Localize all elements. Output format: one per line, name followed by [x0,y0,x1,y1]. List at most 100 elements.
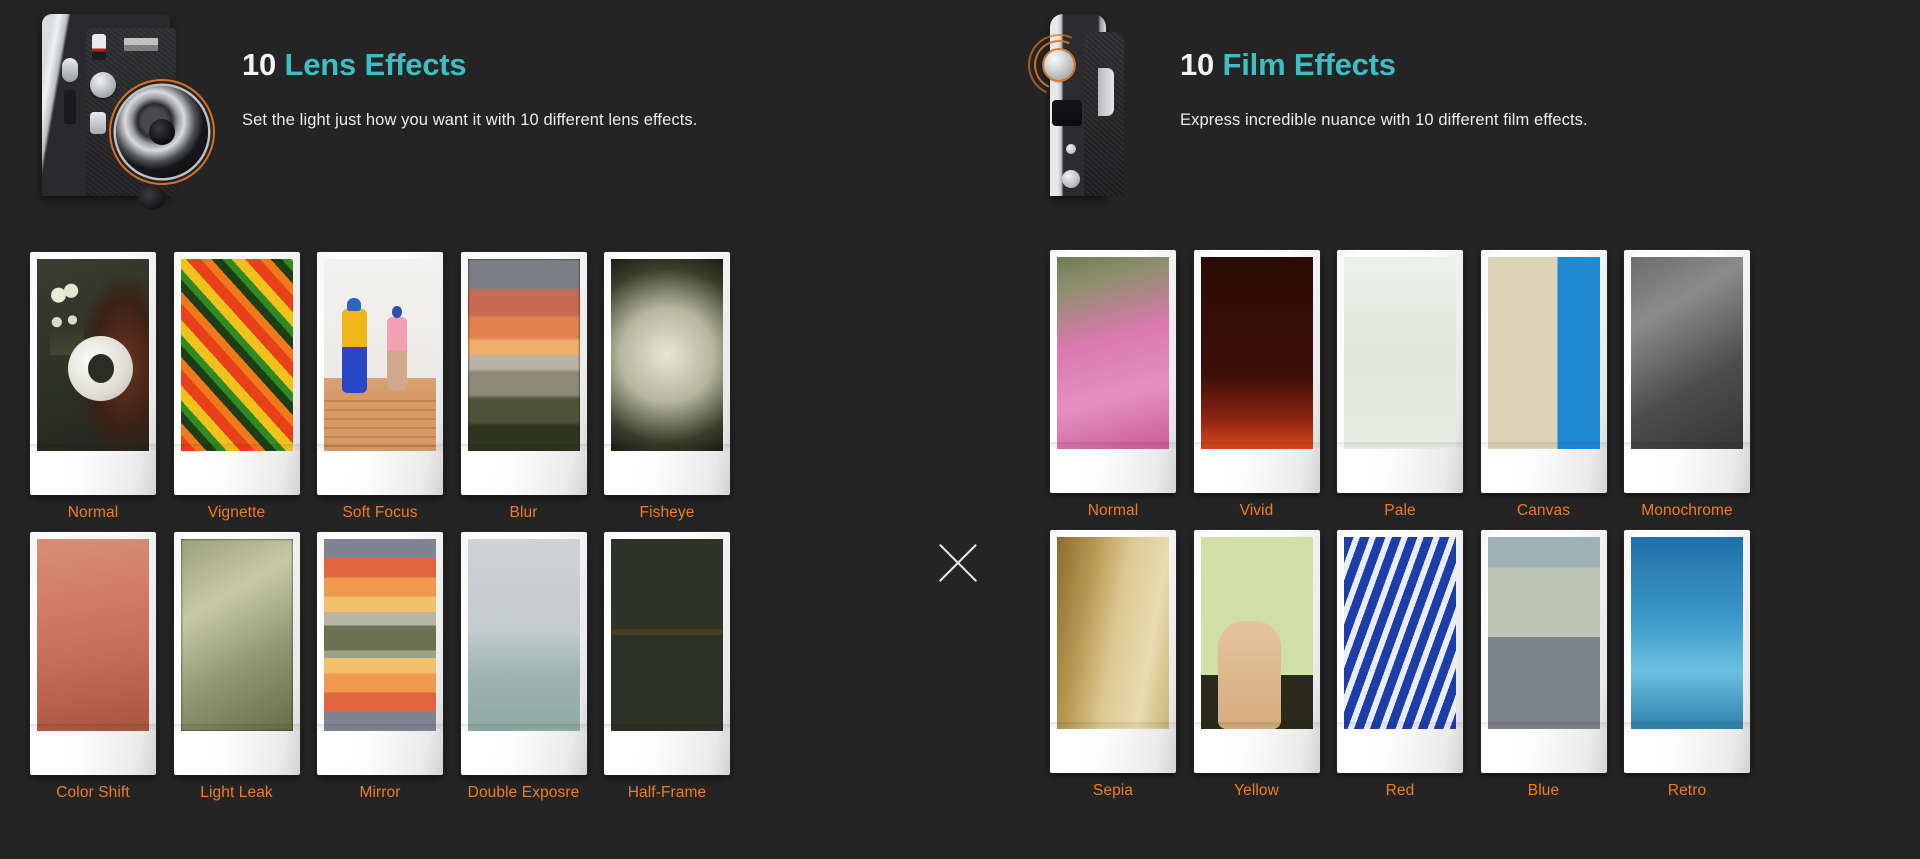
effect-label: Vignette [207,504,266,521]
effect-cell-mirror[interactable]: Mirror [309,532,451,802]
instax-camera-side-icon [1019,4,1134,196]
camera-side-button-large [1062,170,1080,188]
effect-photo-half-frame [611,539,723,731]
lens-title-number: 10 [242,47,277,82]
effect-photo-monochrome [1631,257,1743,449]
camera-strap-lug [1052,100,1082,126]
effect-photo-red [1344,537,1456,729]
effects-showcase-page: 10 Lens Effects Set the light just how y… [0,0,1920,859]
effect-photo-pale [1344,257,1456,449]
polaroid-frame[interactable] [1337,530,1463,773]
polaroid-frame[interactable] [173,532,300,775]
effect-cell-blur[interactable]: Blur [453,252,595,522]
lens-panel-header: 10 Lens Effects Set the light just how y… [0,0,960,210]
lens-title: 10 Lens Effects [242,47,697,82]
effect-cell-retro[interactable]: Retro [1616,530,1758,800]
effect-photo-soft-focus [324,259,436,451]
film-subtitle: Express incredible nuance with 10 differ… [1180,111,1588,130]
effect-photo-film-normal [1057,257,1169,449]
effect-label: Normal [1087,502,1139,519]
film-effects-grid: Normal Vivid Pale Canvas Monochrome Sepi… [1042,250,1758,800]
polaroid-frame[interactable] [1193,250,1320,493]
film-title: 10 Film Effects [1180,47,1588,82]
effect-photo-mirror [324,539,436,731]
effect-cell-double-exposure[interactable]: Double Exposre [453,532,595,802]
polaroid-frame[interactable] [1624,530,1750,773]
camera-shutter-button [92,34,106,60]
camera-lens-ring [116,86,208,178]
effect-cell-yellow[interactable]: Yellow [1186,530,1328,800]
effect-label: Fisheye [639,504,695,521]
lens-title-label: Lens Effects [284,47,467,82]
effect-photo-blur [467,259,580,451]
effect-photo-retro [1631,537,1743,729]
lens-subtitle: Set the light just how you want it with … [242,111,698,130]
polaroid-frame[interactable] [1624,250,1750,493]
film-header-text: 10 Film Effects Express incredible nuanc… [1180,47,1588,130]
effect-label: Pale [1384,502,1416,519]
polaroid-frame[interactable] [173,252,300,495]
effect-photo-yellow [1200,537,1313,729]
polaroid-frame[interactable] [1050,530,1176,773]
effect-label: Retro [1667,782,1707,799]
polaroid-frame[interactable] [460,252,587,495]
effect-cell-vignette[interactable]: Vignette [166,252,308,522]
effect-label: Blue [1527,782,1560,799]
effect-photo-vivid [1200,257,1313,449]
effect-cell-blue[interactable]: Blue [1473,530,1615,800]
camera-side-strip [64,90,76,124]
effect-cell-vivid[interactable]: Vivid [1186,250,1328,520]
effect-cell-light-leak[interactable]: Light Leak [166,532,308,802]
polaroid-frame[interactable] [1480,530,1607,773]
polaroid-frame[interactable] [604,252,730,495]
effect-photo-fisheye [611,259,723,451]
effect-label: Soft Focus [342,504,418,521]
effect-cell-pale[interactable]: Pale [1329,250,1471,520]
lens-effects-panel: 10 Lens Effects Set the light just how y… [0,0,960,859]
polaroid-frame[interactable] [1480,250,1607,493]
effect-cell-film-normal[interactable]: Normal [1042,250,1184,520]
effect-label: Vivid [1239,502,1274,519]
polaroid-frame[interactable] [317,252,443,495]
effect-cell-fisheye[interactable]: Fisheye [596,252,738,522]
instax-camera-front-icon [22,4,208,210]
instax-logo [124,38,158,51]
effect-cell-normal[interactable]: Normal [22,252,164,522]
effect-cell-color-shift[interactable]: Color Shift [22,532,164,802]
effect-label: Mirror [359,784,401,801]
effect-label: Light Leak [200,784,273,801]
effect-photo-color-shift [37,539,149,731]
effect-cell-canvas[interactable]: Canvas [1473,250,1615,520]
effect-photo-canvas [1487,257,1600,449]
effect-cell-monochrome[interactable]: Monochrome [1616,250,1758,520]
polaroid-frame[interactable] [460,532,587,775]
film-title-number: 10 [1180,47,1215,82]
effect-label: Red [1385,782,1415,799]
camera-slide-switch [90,112,106,134]
effect-cell-half-frame[interactable]: Half-Frame [596,532,738,802]
camera-body [42,14,208,210]
polaroid-frame[interactable] [1337,250,1463,493]
polaroid-frame[interactable] [30,252,156,495]
camera-side-knob [62,58,78,82]
effect-label: Blur [509,504,538,521]
lens-effects-grid: Normal Vignette Soft Focus Blur Fisheye … [22,252,738,802]
lens-header-text: 10 Lens Effects Set the light just how y… [242,47,698,130]
effect-label: Monochrome [1641,502,1733,519]
effect-cell-soft-focus[interactable]: Soft Focus [309,252,451,522]
effect-label: Yellow [1234,782,1279,799]
effect-photo-sepia [1057,537,1169,729]
polaroid-frame[interactable] [317,532,443,775]
film-effects-panel: 10 Film Effects Express incredible nuanc… [960,0,1920,859]
effect-label: Canvas [1516,502,1571,519]
polaroid-frame[interactable] [1193,530,1320,773]
effect-label: Half-Frame [627,784,707,801]
camera-side-bump [1098,68,1114,116]
polaroid-frame[interactable] [30,532,156,775]
effect-photo-double-exposure [467,539,580,731]
polaroid-frame[interactable] [604,532,730,775]
film-panel-header: 10 Film Effects Express incredible nuanc… [960,0,1920,205]
polaroid-frame[interactable] [1050,250,1176,493]
effect-cell-sepia[interactable]: Sepia [1042,530,1184,800]
effect-cell-red[interactable]: Red [1329,530,1471,800]
